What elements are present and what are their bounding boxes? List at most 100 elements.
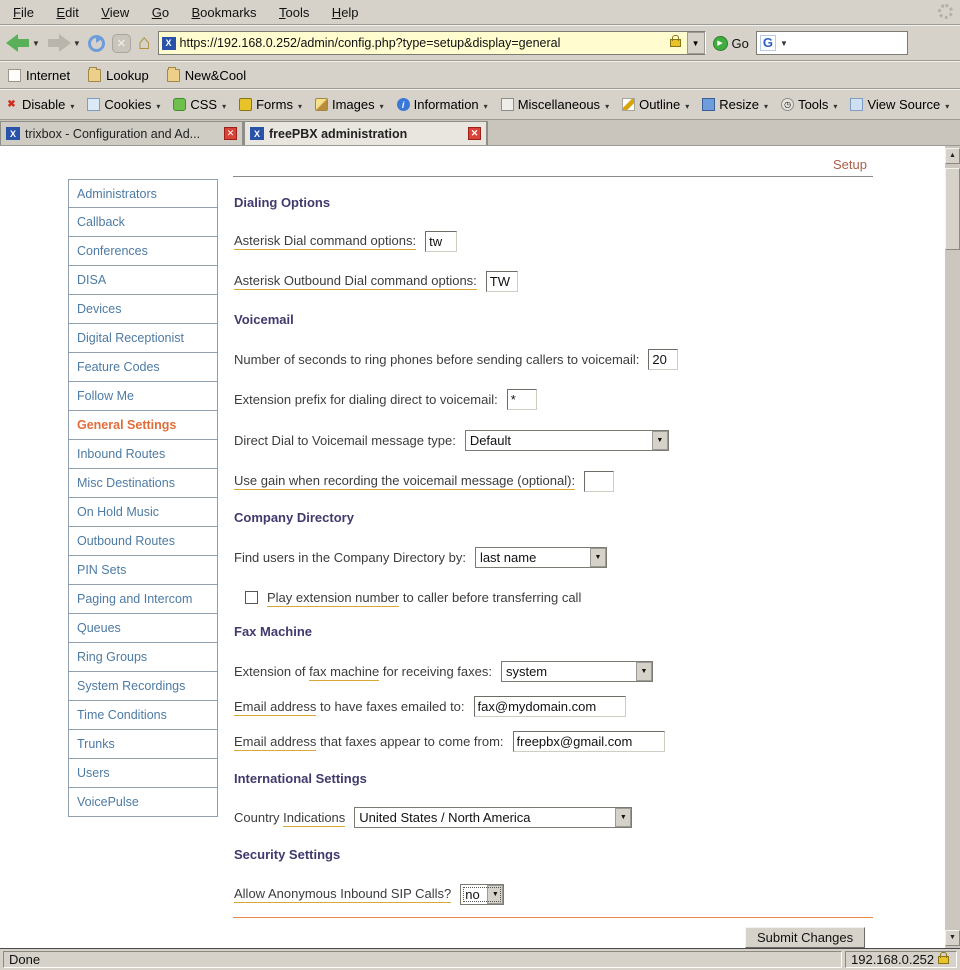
- dial-command-options-label[interactable]: Asterisk Dial command options:: [234, 233, 416, 250]
- webdev-menu-item[interactable]: ✖ Disable: [5, 97, 74, 112]
- home-button[interactable]: ⌂: [138, 34, 151, 52]
- bookmark-item[interactable]: Lookup: [88, 68, 149, 83]
- tab-close-icon[interactable]: ✕: [468, 127, 481, 140]
- sidebar-item[interactable]: Follow Me: [68, 382, 218, 411]
- dial-command-options-input[interactable]: [425, 231, 457, 252]
- voicemail-message-type-select[interactable]: Default ▼: [465, 430, 669, 451]
- webdev-menu-item[interactable]: i Information: [397, 97, 488, 112]
- anonymous-sip-label[interactable]: Allow Anonymous Inbound SIP Calls?: [234, 886, 451, 903]
- fax-extension-value: system: [506, 664, 632, 679]
- sidebar-item[interactable]: Queues: [68, 614, 218, 643]
- fax-email-from-link[interactable]: Email address: [234, 734, 316, 751]
- field-fax-email-to: Email address to have faxes emailed to:: [234, 696, 626, 717]
- bookmark-item[interactable]: Internet: [8, 68, 70, 83]
- sidebar-item[interactable]: Trunks: [68, 730, 218, 759]
- stop-button[interactable]: ✕: [112, 34, 131, 53]
- forward-button[interactable]: ▼: [47, 34, 81, 52]
- setup-nav-link[interactable]: Setup: [833, 157, 867, 172]
- sidebar-item[interactable]: Outbound Routes: [68, 527, 218, 556]
- webdev-item-label: Miscellaneous: [518, 97, 600, 112]
- menu-item[interactable]: Go: [143, 2, 178, 23]
- reload-button[interactable]: [88, 35, 105, 52]
- fax-machine-link[interactable]: fax machine: [309, 664, 379, 681]
- play-extension-link[interactable]: Play extension number: [267, 590, 399, 607]
- browser-tab[interactable]: X trixbox - Configuration and Ad... ✕: [0, 121, 243, 145]
- voicemail-prefix-input[interactable]: [507, 389, 537, 410]
- fax-extension-select[interactable]: system ▼: [501, 661, 653, 682]
- submit-changes-button[interactable]: Submit Changes: [745, 927, 865, 948]
- anonymous-sip-select[interactable]: no ▼: [460, 884, 504, 905]
- menu-item[interactable]: View: [92, 2, 138, 23]
- fax-email-to-input[interactable]: [474, 696, 626, 717]
- directory-by-select[interactable]: last name ▼: [475, 547, 607, 568]
- tab-close-icon[interactable]: ✕: [224, 127, 237, 140]
- search-input[interactable]: [790, 36, 945, 50]
- webdev-menu-item[interactable]: Forms: [239, 97, 302, 112]
- sidebar-item[interactable]: System Recordings: [68, 672, 218, 701]
- sidebar-item[interactable]: PIN Sets: [68, 556, 218, 585]
- menu-item[interactable]: Tools: [270, 2, 318, 23]
- sidebar-item[interactable]: Devices: [68, 295, 218, 324]
- forward-dropdown-icon[interactable]: ▼: [73, 39, 81, 48]
- go-button[interactable]: ▶ Go: [713, 36, 749, 51]
- country-select[interactable]: United States / North America ▼: [354, 807, 632, 828]
- sidebar-item[interactable]: Inbound Routes: [68, 440, 218, 469]
- outbound-dial-options-input[interactable]: [486, 271, 518, 292]
- vertical-scrollbar[interactable]: ▲ ▼: [945, 146, 960, 948]
- back-button[interactable]: ▼: [6, 34, 40, 52]
- back-dropdown-icon[interactable]: ▼: [32, 39, 40, 48]
- ring-seconds-input[interactable]: [648, 349, 678, 370]
- menu-item[interactable]: File: [4, 2, 43, 23]
- sidebar-item[interactable]: Ring Groups: [68, 643, 218, 672]
- webdev-menu-item[interactable]: Outline: [622, 97, 689, 112]
- sidebar-item[interactable]: Administrators: [68, 179, 218, 208]
- google-icon: G: [760, 35, 776, 51]
- webdev-item-label: Outline: [639, 97, 680, 112]
- sidebar-item[interactable]: Feature Codes: [68, 353, 218, 382]
- dropdown-arrow-icon: ▼: [487, 885, 503, 904]
- play-extension-checkbox[interactable]: [245, 591, 258, 604]
- search-box[interactable]: G ▼: [756, 31, 908, 55]
- scrollbar-thumb[interactable]: [945, 168, 960, 250]
- sidebar-item[interactable]: Conferences: [68, 237, 218, 266]
- sidebar-item[interactable]: Paging and Intercom: [68, 585, 218, 614]
- webdev-menu-item[interactable]: Images: [315, 97, 384, 112]
- url-history-dropdown[interactable]: ▼: [687, 32, 705, 54]
- sidebar-item[interactable]: VoicePulse: [68, 788, 218, 817]
- fax-email-to-link[interactable]: Email address: [234, 699, 316, 716]
- sidebar-item[interactable]: General Settings: [68, 411, 218, 440]
- menu-item[interactable]: Edit: [47, 2, 87, 23]
- menu-item[interactable]: Help: [323, 2, 368, 23]
- webdev-item-label: Cookies: [104, 97, 151, 112]
- sidebar-item[interactable]: Users: [68, 759, 218, 788]
- outbound-dial-options-label[interactable]: Asterisk Outbound Dial command options:: [234, 273, 477, 290]
- fax-email-from-input[interactable]: [513, 731, 665, 752]
- address-bar[interactable]: X https://192.168.0.252/admin/config.php…: [158, 31, 706, 55]
- scroll-up-icon[interactable]: ▲: [945, 148, 960, 164]
- search-engine-dropdown[interactable]: ▼: [780, 39, 788, 48]
- sidebar-item[interactable]: Time Conditions: [68, 701, 218, 730]
- voicemail-gain-label[interactable]: Use gain when recording the voicemail me…: [234, 473, 575, 490]
- voicemail-gain-input[interactable]: [584, 471, 614, 492]
- webdev-menu-item[interactable]: ◷ Tools: [781, 97, 837, 112]
- field-anonymous-sip: Allow Anonymous Inbound SIP Calls? no ▼: [234, 884, 504, 905]
- sidebar-nav: Administrators Callback Conferences DISA…: [68, 179, 218, 817]
- sidebar-item[interactable]: Misc Destinations: [68, 469, 218, 498]
- scroll-down-icon[interactable]: ▼: [945, 930, 960, 946]
- field-voicemail-message-type: Direct Dial to Voicemail message type: D…: [234, 430, 669, 451]
- webdev-menu-item[interactable]: View Source: [850, 97, 949, 112]
- webdev-menu-item[interactable]: CSS: [173, 97, 226, 112]
- sidebar-item[interactable]: Callback: [68, 208, 218, 237]
- browser-tab[interactable]: X freePBX administration ✕: [244, 121, 487, 145]
- sidebar-item[interactable]: DISA: [68, 266, 218, 295]
- webdev-menu-item[interactable]: Cookies: [87, 97, 160, 112]
- webdev-item-label: View Source: [867, 97, 940, 112]
- bookmark-item[interactable]: New&Cool: [167, 68, 246, 83]
- url-text[interactable]: https://192.168.0.252/admin/config.php?t…: [180, 36, 666, 50]
- webdev-menu-item[interactable]: Miscellaneous: [501, 97, 609, 112]
- menu-item[interactable]: Bookmarks: [183, 2, 266, 23]
- country-indications-link[interactable]: Indications: [283, 810, 345, 827]
- sidebar-item[interactable]: Digital Receptionist: [68, 324, 218, 353]
- sidebar-item[interactable]: On Hold Music: [68, 498, 218, 527]
- webdev-menu-item[interactable]: Resize: [702, 97, 768, 112]
